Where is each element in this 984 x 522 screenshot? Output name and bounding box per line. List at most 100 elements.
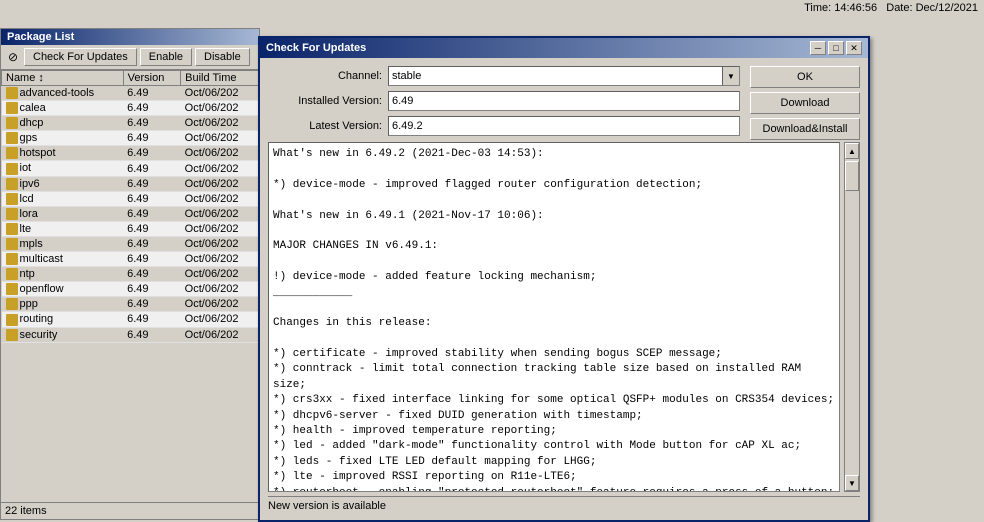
pkg-icon [6, 253, 18, 265]
pkg-build-cell: Oct/06/202 [181, 252, 259, 267]
pkg-icon [6, 298, 18, 310]
pkg-icon [6, 208, 18, 220]
table-row[interactable]: advanced-tools 6.49 Oct/06/202 [2, 86, 259, 101]
pkg-name-cell: iot [2, 161, 124, 176]
pkg-build-cell: Oct/06/202 [181, 131, 259, 146]
toolbar: ⊘ Check For Updates Enable Disable [1, 45, 259, 70]
installed-version-input[interactable] [388, 91, 740, 111]
table-row[interactable]: openflow 6.49 Oct/06/202 [2, 282, 259, 297]
latest-version-label: Latest Version: [268, 120, 388, 132]
pkg-build-cell: Oct/06/202 [181, 327, 259, 342]
table-row[interactable]: multicast 6.49 Oct/06/202 [2, 252, 259, 267]
pkg-name-cell: mpls [2, 236, 124, 251]
installed-version-label: Installed Version: [268, 95, 388, 107]
scroll-up-button[interactable]: ▲ [845, 143, 859, 159]
minimize-button[interactable]: ─ [810, 41, 826, 55]
restore-button[interactable]: □ [828, 41, 844, 55]
scroll-thumb[interactable] [845, 161, 859, 191]
date-label: Date: [886, 2, 912, 14]
check-updates-button[interactable]: Check For Updates [24, 48, 137, 66]
pkg-name-cell: lora [2, 206, 124, 221]
pkg-icon [6, 268, 18, 280]
channel-select[interactable] [388, 66, 723, 86]
table-row[interactable]: calea 6.49 Oct/06/202 [2, 101, 259, 116]
pkg-version-cell: 6.49 [123, 86, 181, 101]
pkg-name-cell: ipv6 [2, 176, 124, 191]
table-row[interactable]: dhcp 6.49 Oct/06/202 [2, 116, 259, 131]
pkg-icon [6, 193, 18, 205]
pkg-name-cell: security [2, 327, 124, 342]
pkg-version-cell: 6.49 [123, 236, 181, 251]
scroll-down-button[interactable]: ▼ [845, 475, 859, 491]
status-bar: 22 items [1, 502, 261, 519]
pkg-build-cell: Oct/06/202 [181, 236, 259, 251]
pkg-version-cell: 6.49 [123, 116, 181, 131]
pkg-name-cell: ppp [2, 297, 124, 312]
table-row[interactable]: lcd 6.49 Oct/06/202 [2, 191, 259, 206]
pkg-icon [6, 223, 18, 235]
pkg-name-cell: lcd [2, 191, 124, 206]
close-button[interactable]: ✕ [846, 41, 862, 55]
pkg-icon [6, 314, 18, 326]
enable-button[interactable]: Enable [140, 48, 192, 66]
pkg-version-cell: 6.49 [123, 282, 181, 297]
table-row[interactable]: security 6.49 Oct/06/202 [2, 327, 259, 342]
pkg-icon [6, 238, 18, 250]
pkg-icon [6, 163, 18, 175]
channel-dropdown-arrow[interactable]: ▼ [722, 66, 740, 86]
pkg-name-cell: routing [2, 312, 124, 327]
dialog-title: Check For Updates [266, 42, 366, 54]
check-for-updates-dialog: Check For Updates ─ □ ✕ OK Download Down… [258, 36, 870, 522]
pkg-build-cell: Oct/06/202 [181, 191, 259, 206]
time-label: Time: [804, 2, 831, 14]
pkg-icon [6, 178, 18, 190]
scrollbar-track: ▲ ▼ [844, 142, 860, 492]
date-value: Dec/12/2021 [916, 2, 978, 14]
pkg-build-cell: Oct/06/202 [181, 116, 259, 131]
package-table-container: Name ↕ Version Build Time advanced-tools… [1, 70, 259, 460]
col-build-time: Build Time [181, 71, 259, 86]
table-row[interactable]: lte 6.49 Oct/06/202 [2, 221, 259, 236]
pkg-name-cell: advanced-tools [2, 86, 124, 101]
pkg-version-cell: 6.49 [123, 267, 181, 282]
content-area: What's new in 6.49.2 (2021-Dec-03 14:53)… [268, 142, 860, 492]
table-row[interactable]: gps 6.49 Oct/06/202 [2, 131, 259, 146]
table-row[interactable]: ipv6 6.49 Oct/06/202 [2, 176, 259, 191]
pkg-build-cell: Oct/06/202 [181, 221, 259, 236]
pkg-version-cell: 6.49 [123, 161, 181, 176]
table-row[interactable]: hotspot 6.49 Oct/06/202 [2, 146, 259, 161]
table-row[interactable]: ntp 6.49 Oct/06/202 [2, 267, 259, 282]
pkg-version-cell: 6.49 [123, 206, 181, 221]
table-row[interactable]: routing 6.49 Oct/06/202 [2, 312, 259, 327]
pkg-name-cell: openflow [2, 282, 124, 297]
dialog-controls: ─ □ ✕ [810, 41, 862, 55]
filter-icon: ⊘ [5, 49, 21, 65]
pkg-build-cell: Oct/06/202 [181, 161, 259, 176]
pkg-build-cell: Oct/06/202 [181, 282, 259, 297]
download-install-button[interactable]: Download&Install [750, 118, 860, 140]
channel-select-wrapper: ▼ [388, 66, 740, 86]
pkg-build-cell: Oct/06/202 [181, 312, 259, 327]
table-row[interactable]: mpls 6.49 Oct/06/202 [2, 236, 259, 251]
pkg-build-cell: Oct/06/202 [181, 86, 259, 101]
pkg-build-cell: Oct/06/202 [181, 297, 259, 312]
latest-version-input[interactable] [388, 116, 740, 136]
pkg-icon [6, 283, 18, 295]
pkg-name-cell: calea [2, 101, 124, 116]
ok-button[interactable]: OK [750, 66, 860, 88]
table-row[interactable]: ppp 6.49 Oct/06/202 [2, 297, 259, 312]
package-table: Name ↕ Version Build Time advanced-tools… [1, 70, 259, 343]
pkg-version-cell: 6.49 [123, 131, 181, 146]
channel-row: Channel: ▼ [268, 66, 740, 86]
changelog-box[interactable]: What's new in 6.49.2 (2021-Dec-03 14:53)… [268, 142, 840, 492]
pkg-icon [6, 117, 18, 129]
col-name: Name ↕ [2, 71, 124, 86]
pkg-icon [6, 147, 18, 159]
download-button[interactable]: Download [750, 92, 860, 114]
disable-button[interactable]: Disable [195, 48, 250, 66]
pkg-build-cell: Oct/06/202 [181, 206, 259, 221]
table-row[interactable]: lora 6.49 Oct/06/202 [2, 206, 259, 221]
table-row[interactable]: iot 6.49 Oct/06/202 [2, 161, 259, 176]
pkg-version-cell: 6.49 [123, 146, 181, 161]
pkg-name-cell: multicast [2, 252, 124, 267]
